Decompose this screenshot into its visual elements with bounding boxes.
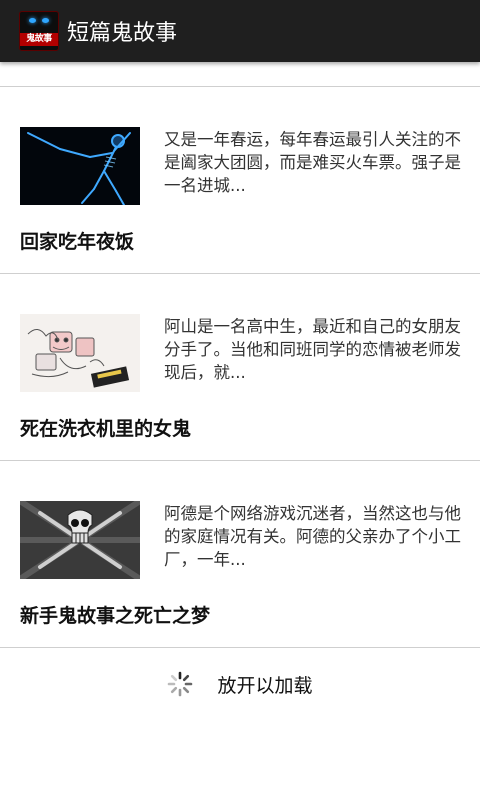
skull-weapons-image xyxy=(20,501,140,579)
pull-to-load: 放开以加载 xyxy=(0,664,480,704)
story-summary: 阿山是一名高中生，最近和自己的女朋友分手了。当他和同班同学的恋情被老师发现后，就… xyxy=(164,317,461,382)
loading-spinner-icon xyxy=(168,671,193,697)
story-title[interactable]: 死在洗衣机里的女鬼 xyxy=(20,414,191,441)
list-header-divider xyxy=(0,62,480,87)
story-summary: 又是一年春运，每年春运最引人关注的不是阖家大团圆，而是难买火车票。强子是一名进城… xyxy=(164,130,461,195)
app-title: 短篇鬼故事 xyxy=(67,21,178,46)
story-thumbnail xyxy=(20,501,140,579)
glowing-eye-icon xyxy=(42,18,49,23)
story-thumbnail xyxy=(20,127,140,205)
story-summary: 阿德是个网络游戏沉迷者，当然这也与他的家庭情况有关。阿德的父亲办了个小工厂，一年… xyxy=(164,504,461,569)
xray-skeleton-image xyxy=(20,127,140,205)
story-title[interactable]: 回家吃年夜饭 xyxy=(20,227,134,254)
story-list-item[interactable]: 阿山是一名高中生，最近和自己的女朋友分手了。当他和同班同学的恋情被老师发现后，就… xyxy=(0,274,480,461)
ghost-app-icon[interactable]: 鬼故事 xyxy=(19,11,59,51)
story-list-item[interactable]: 阿德是个网络游戏沉迷者，当然这也与他的家庭情况有关。阿德的父亲办了个小工厂，一年… xyxy=(0,461,480,648)
story-list[interactable]: 又是一年春运，每年春运最引人关注的不是阖家大团圆，而是难买火车票。强子是一名进城… xyxy=(0,62,480,648)
doodle-monsters-image xyxy=(20,314,140,392)
loader-text: 放开以加载 xyxy=(217,674,313,697)
story-thumbnail xyxy=(20,314,140,392)
story-title[interactable]: 新手鬼故事之死亡之梦 xyxy=(20,601,210,628)
glowing-eye-icon xyxy=(29,18,36,23)
action-bar: 鬼故事 短篇鬼故事 xyxy=(0,0,480,62)
story-list-item[interactable]: 又是一年春运，每年春运最引人关注的不是阖家大团圆，而是难买火车票。强子是一名进城… xyxy=(0,87,480,274)
app-icon-label: 鬼故事 xyxy=(20,33,58,46)
